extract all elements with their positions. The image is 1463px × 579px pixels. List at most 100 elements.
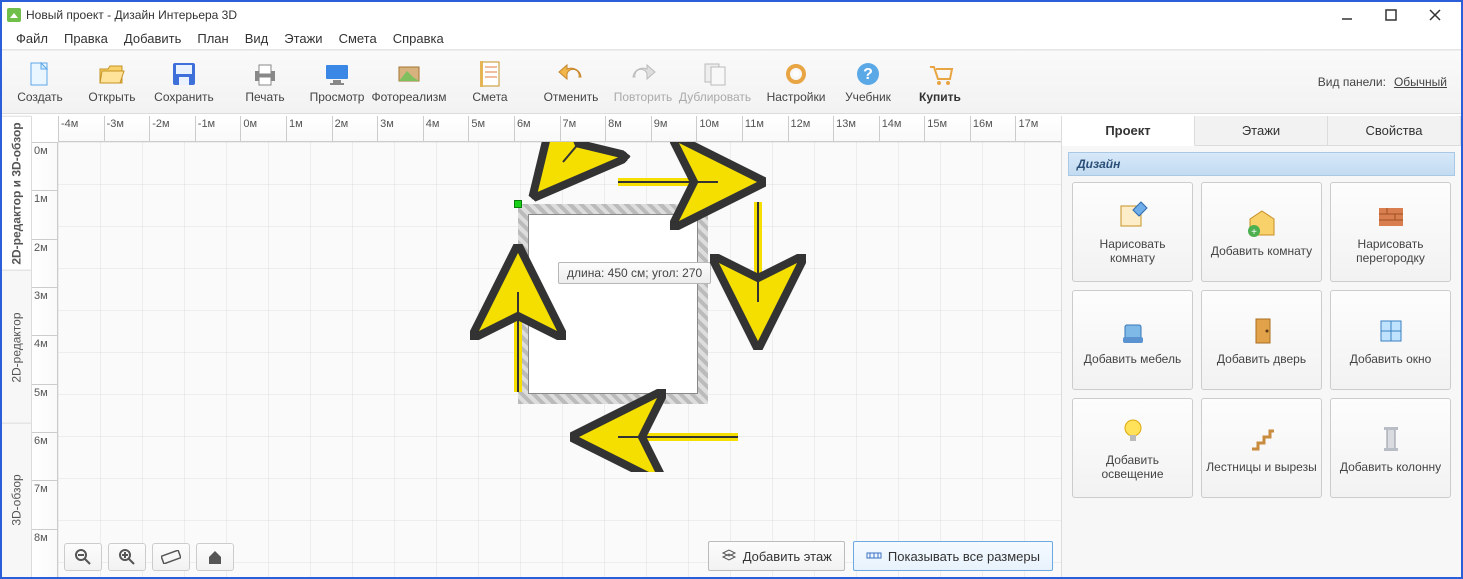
estimate-icon — [476, 60, 504, 88]
canvas[interactable]: длина: 450 см; угол: 270 1 2 — [58, 142, 1061, 577]
tb-settings-label: Настройки — [767, 90, 826, 104]
canvas-status-buttons: Добавить этаж Показывать все размеры — [708, 541, 1053, 571]
tb-settings[interactable]: Настройки — [760, 51, 832, 113]
tb-open[interactable]: Открыть — [76, 51, 148, 113]
tb-print[interactable]: Печать — [229, 51, 301, 113]
panel-btn-add-column[interactable]: Добавить колонну — [1330, 398, 1451, 498]
window: Новый проект - Дизайн Интерьера 3D Файл … — [0, 0, 1463, 579]
ruler-v-unit: 0м — [32, 142, 57, 190]
menu-help[interactable]: Справка — [385, 29, 452, 48]
maximize-button[interactable] — [1369, 2, 1413, 28]
tb-render[interactable]: Фотореализм — [373, 51, 445, 113]
redo-icon — [629, 60, 657, 88]
add-room-icon: + — [1245, 206, 1279, 240]
tb-estimate-label: Смета — [472, 90, 507, 104]
ruler-h-unit: 11м — [742, 116, 788, 141]
drag-handle[interactable] — [514, 200, 522, 208]
ruler-h-unit: 14м — [879, 116, 925, 141]
menu-file[interactable]: Файл — [8, 29, 56, 48]
ruler-h-unit: 15м — [924, 116, 970, 141]
panel-grid: Нарисовать комнату + Добавить комнату Нар… — [1062, 180, 1461, 508]
minimize-button[interactable] — [1325, 2, 1369, 28]
ruler-v-unit: 3м — [32, 287, 57, 335]
panel-btn-add-room[interactable]: + Добавить комнату — [1201, 182, 1322, 282]
panel-view-toggle[interactable]: Обычный — [1390, 73, 1451, 91]
ruler-h-unit: 4м — [423, 116, 469, 141]
panel-btn-draw-wall[interactable]: Нарисовать перегородку — [1330, 182, 1451, 282]
ruler-v-unit: 5м — [32, 384, 57, 432]
tb-new[interactable]: Создать — [4, 51, 76, 113]
panel-btn-label: Лестницы и вырезы — [1206, 460, 1316, 474]
panel-tab-props[interactable]: Свойства — [1328, 116, 1461, 145]
tb-view-label: Просмотр — [310, 90, 365, 104]
wall-icon — [1374, 199, 1408, 233]
panel-btn-add-light[interactable]: Добавить освещение — [1072, 398, 1193, 498]
menu-floors[interactable]: Этажи — [276, 29, 330, 48]
ruler-h-unit: 1м — [286, 116, 332, 141]
side-tab-editor[interactable]: 2D-редактор — [2, 270, 31, 424]
panel-btn-draw-room[interactable]: Нарисовать комнату — [1072, 182, 1193, 282]
ruler-v-unit: 1м — [32, 190, 57, 238]
menu-view[interactable]: Вид — [237, 29, 277, 48]
zoom-out-button[interactable] — [64, 543, 102, 571]
zoom-in-button[interactable] — [108, 543, 146, 571]
tb-open-label: Открыть — [88, 90, 135, 104]
panel-btn-label: Добавить комнату — [1211, 244, 1312, 258]
layers-icon — [721, 547, 737, 566]
measure-button[interactable] — [152, 543, 190, 571]
ruler-h-unit: 12м — [788, 116, 834, 141]
tb-redo-label: Повторить — [614, 90, 673, 104]
svg-text:+: + — [1251, 227, 1257, 238]
window-icon — [1374, 314, 1408, 348]
panel-btn-add-furniture[interactable]: Добавить мебель — [1072, 290, 1193, 390]
ruler-h-unit: 6м — [514, 116, 560, 141]
render-icon — [395, 60, 423, 88]
ruler-h-unit: 3м — [377, 116, 423, 141]
panel-btn-label: Нарисовать перегородку — [1335, 237, 1446, 265]
panel-btn-label: Добавить освещение — [1077, 453, 1188, 481]
tb-save[interactable]: Сохранить — [148, 51, 220, 113]
panel-btn-stairs[interactable]: Лестницы и вырезы — [1201, 398, 1322, 498]
tb-help[interactable]: ?Учебник — [832, 51, 904, 113]
folder-open-icon — [98, 60, 126, 88]
tb-save-label: Сохранить — [154, 90, 214, 104]
show-sizes-button[interactable]: Показывать все размеры — [853, 541, 1053, 571]
titlebar: Новый проект - Дизайн Интерьера 3D — [2, 2, 1461, 28]
chair-icon — [1116, 314, 1150, 348]
home-button[interactable] — [196, 543, 234, 571]
add-floor-label: Добавить этаж — [743, 549, 832, 564]
menu-edit[interactable]: Правка — [56, 29, 116, 48]
ruler-v-unit: 2м — [32, 239, 57, 287]
close-button[interactable] — [1413, 2, 1457, 28]
panel-tab-project[interactable]: Проект — [1062, 116, 1195, 146]
tb-view[interactable]: Просмотр — [301, 51, 373, 113]
panel-tabs: Проект Этажи Свойства — [1062, 116, 1461, 146]
panel-btn-label: Добавить окно — [1350, 352, 1432, 366]
menu-estimate[interactable]: Смета — [331, 29, 385, 48]
stairs-icon — [1245, 422, 1279, 456]
draw-room-icon — [1116, 199, 1150, 233]
panel-btn-add-door[interactable]: Добавить дверь — [1201, 290, 1322, 390]
tb-buy-label: Купить — [919, 90, 961, 104]
add-floor-button[interactable]: Добавить этаж — [708, 541, 845, 571]
panel-btn-label: Добавить дверь — [1217, 352, 1306, 366]
panel-tab-floors[interactable]: Этажи — [1195, 116, 1328, 145]
menu-plan[interactable]: План — [189, 29, 236, 48]
tb-undo[interactable]: Отменить — [535, 51, 607, 113]
panel-btn-add-window[interactable]: Добавить окно — [1330, 290, 1451, 390]
menu-add[interactable]: Добавить — [116, 29, 189, 48]
printer-icon — [251, 60, 279, 88]
panel-view-label: Вид панели: — [1318, 75, 1386, 89]
tb-estimate[interactable]: Смета — [454, 51, 526, 113]
help-icon: ? — [854, 60, 882, 88]
tb-buy[interactable]: Купить — [904, 51, 976, 113]
panel-btn-label: Добавить мебель — [1084, 352, 1181, 366]
panel-btn-label: Нарисовать комнату — [1077, 237, 1188, 265]
duplicate-icon — [701, 60, 729, 88]
save-icon — [170, 60, 198, 88]
new-file-icon — [26, 60, 54, 88]
side-tab-both[interactable]: 2D-редактор и 3D-обзор — [2, 116, 31, 270]
room-shape[interactable] — [518, 204, 708, 404]
side-tab-3d[interactable]: 3D-обзор — [2, 423, 31, 577]
tb-new-label: Создать — [17, 90, 63, 104]
